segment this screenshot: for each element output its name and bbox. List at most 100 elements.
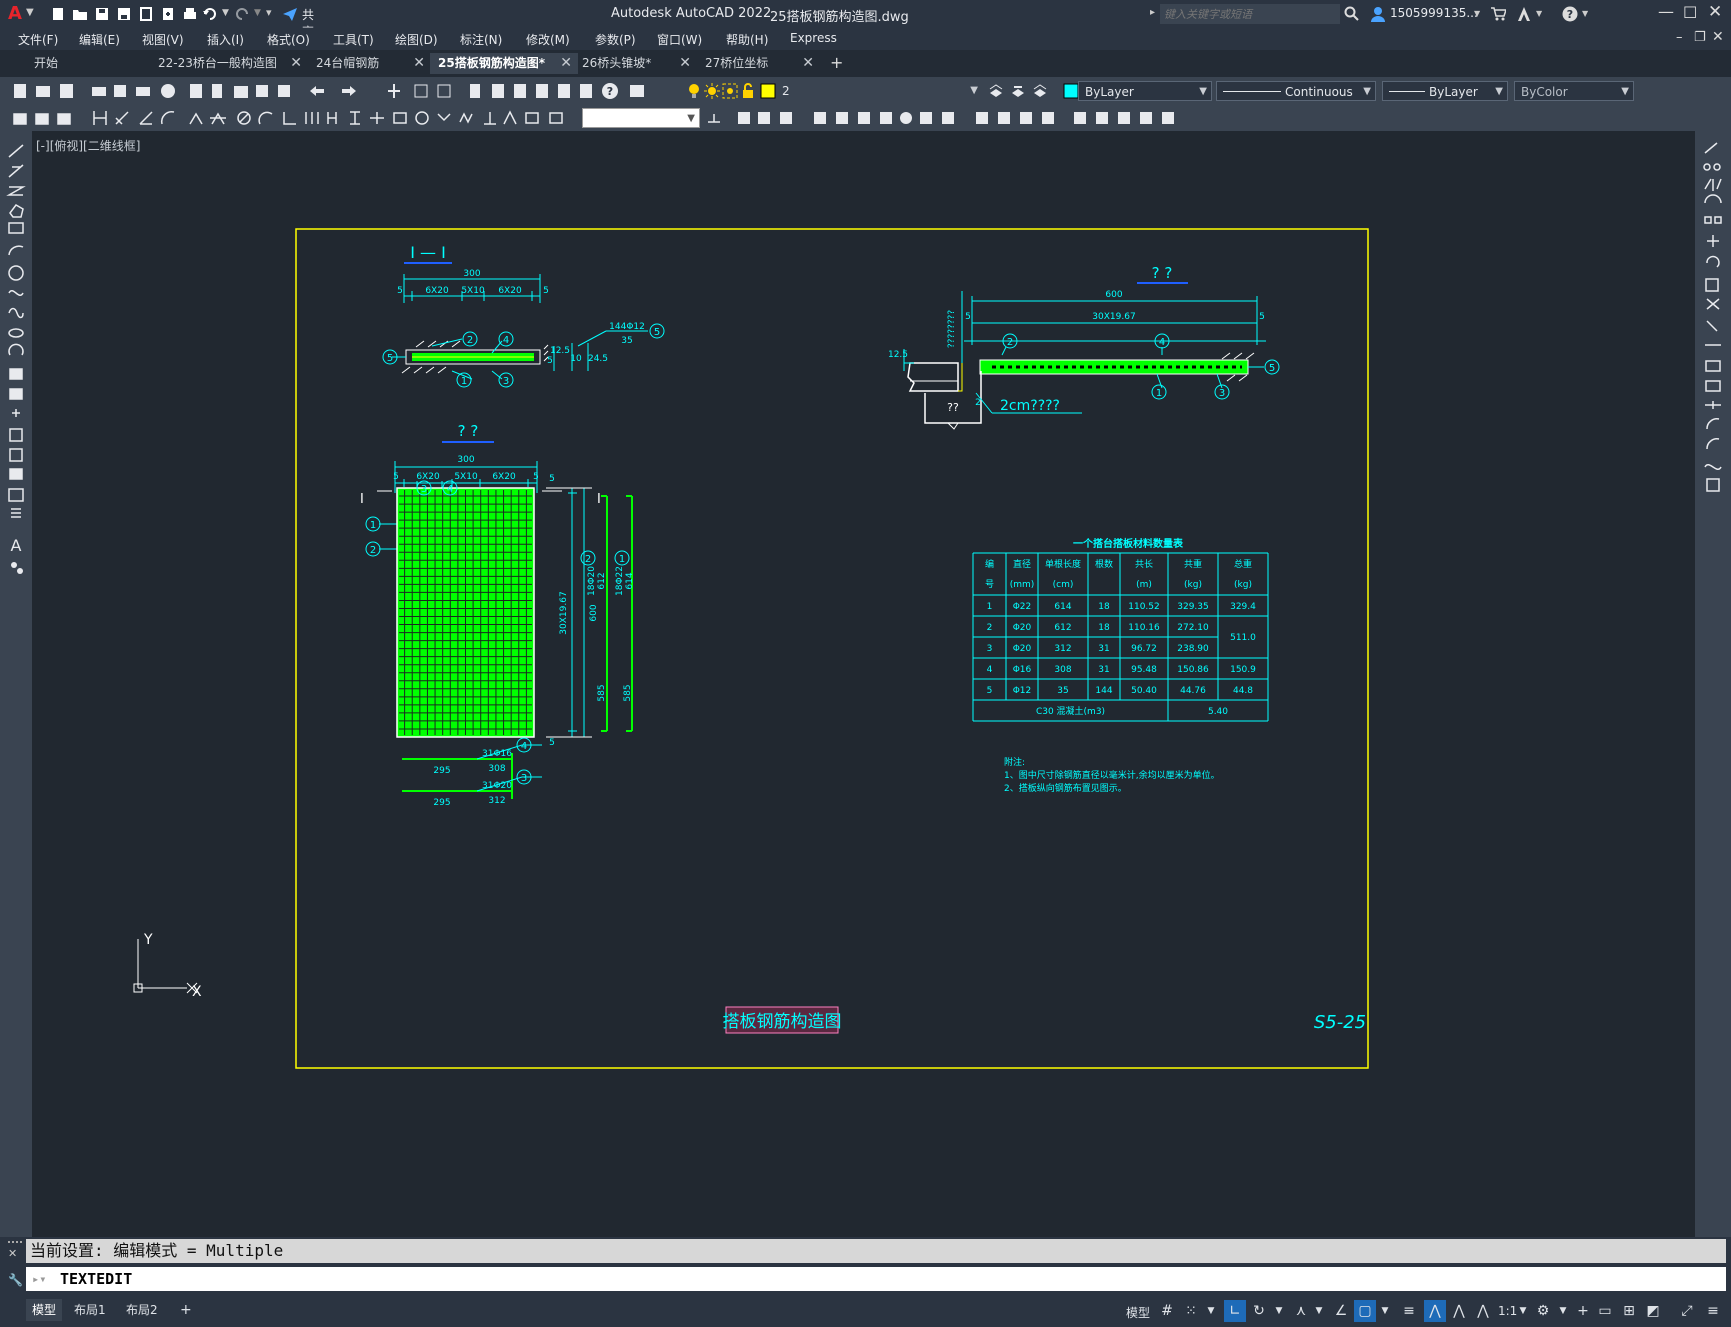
menu-window[interactable]: 窗口(W): [657, 31, 702, 48]
minimize-window-icon[interactable]: —: [1658, 2, 1674, 21]
annotation-scale-icon[interactable]: ⋀: [1472, 1300, 1494, 1322]
close-tab-icon[interactable]: ✕: [560, 53, 572, 74]
search-input[interactable]: [1160, 4, 1340, 24]
layer-color-swatch[interactable]: [760, 83, 776, 99]
linetype-dropdown[interactable]: Continuous ▼: [1216, 81, 1376, 101]
undo-icon[interactable]: [202, 6, 218, 22]
redo-dropdown-icon[interactable]: ▼: [254, 8, 261, 18]
tab-drawing-26[interactable]: 26桥头锥坡* ✕: [574, 53, 697, 74]
polar-icon[interactable]: ↻: [1248, 1300, 1270, 1322]
layer-viewport-icon[interactable]: [722, 83, 738, 99]
new-file-icon[interactable]: [50, 6, 66, 22]
modify-toolbar-icons[interactable]: [736, 108, 1216, 128]
layout-tab-2[interactable]: 布局2: [120, 1299, 164, 1321]
new-tab-icon[interactable]: +: [830, 53, 843, 72]
tab-drawing-27[interactable]: 27桥位坐标 ✕: [697, 53, 820, 74]
dimension-toolbar-icons[interactable]: [10, 108, 580, 128]
plot-icon[interactable]: [182, 6, 198, 22]
snap-dropdown-icon[interactable]: ▼: [1200, 1300, 1222, 1322]
doc-restore-icon[interactable]: ❐: [1694, 30, 1706, 45]
auto-scale-icon[interactable]: ⋀: [1448, 1300, 1470, 1322]
layer-thaw-icon[interactable]: [704, 83, 720, 99]
grid-icon[interactable]: #: [1156, 1300, 1178, 1322]
user-dropdown-icon[interactable]: ▼: [1474, 9, 1480, 18]
quick-properties-icon[interactable]: ⊞: [1618, 1300, 1640, 1322]
menu-modify[interactable]: 修改(M): [526, 31, 570, 48]
tab-drawing-24[interactable]: 24台帽钢筋 ✕: [308, 53, 431, 74]
tab-drawing-22-23[interactable]: 22-23桥台一般构造图 ✕: [150, 53, 308, 74]
customize-command-icon[interactable]: 🔧: [8, 1273, 23, 1287]
menu-help[interactable]: 帮助(H): [726, 31, 768, 48]
ortho-icon[interactable]: ∟: [1224, 1300, 1246, 1322]
color-swatch-icon[interactable]: [1063, 83, 1079, 99]
open-file-icon[interactable]: [72, 6, 88, 22]
polar-dropdown-icon[interactable]: ▼: [1268, 1300, 1290, 1322]
menu-format[interactable]: 格式(O): [267, 31, 310, 48]
annotation-visibility-icon[interactable]: ⋀: [1424, 1300, 1446, 1322]
customize-status-icon[interactable]: ≡: [1702, 1300, 1724, 1322]
maximize-window-icon[interactable]: ☐: [1683, 3, 1697, 22]
menu-insert[interactable]: 插入(I): [207, 31, 244, 48]
undo-dropdown-icon[interactable]: ▼: [222, 8, 229, 18]
autodesk-dropdown-icon[interactable]: ▼: [1536, 9, 1542, 18]
units-icon[interactable]: ▭: [1594, 1300, 1616, 1322]
osnap-dropdown-icon[interactable]: ▼: [1374, 1300, 1396, 1322]
command-recent-icon[interactable]: ▸▾: [32, 1267, 46, 1291]
menu-parametric[interactable]: 参数(P): [595, 31, 636, 48]
osnap-icon[interactable]: ▢: [1354, 1300, 1376, 1322]
close-tab-icon[interactable]: ✕: [413, 53, 425, 74]
user-icon[interactable]: [1370, 6, 1386, 22]
scale-dropdown-icon[interactable]: ▼: [1512, 1300, 1534, 1322]
tab-drawing-25[interactable]: 25搭板钢筋构造图* ✕: [430, 53, 578, 74]
close-command-icon[interactable]: ✕: [8, 1247, 17, 1260]
menu-tools[interactable]: 工具(T): [333, 31, 374, 48]
layout-tab-1[interactable]: 布局1: [68, 1299, 112, 1321]
close-tab-icon[interactable]: ✕: [290, 53, 302, 74]
snap-icon[interactable]: ⁙: [1180, 1300, 1202, 1322]
dim-update-icon[interactable]: [706, 110, 722, 126]
help-icon[interactable]: ?: [1562, 6, 1578, 22]
color-dropdown[interactable]: ByLayer ▼: [1078, 81, 1212, 101]
clean-screen-icon[interactable]: ⤢: [1676, 1300, 1698, 1322]
workspace-dropdown-icon[interactable]: ▼: [1552, 1300, 1574, 1322]
menu-file[interactable]: 文件(F): [18, 31, 58, 48]
workspace-gear-icon[interactable]: ⚙: [1532, 1300, 1554, 1322]
save-as-icon[interactable]: [116, 6, 132, 22]
layer-lock-icon[interactable]: [740, 83, 756, 99]
menu-draw[interactable]: 绘图(D): [395, 31, 438, 48]
app-menu-arrow-icon[interactable]: ▼: [26, 7, 34, 18]
menu-edit[interactable]: 编辑(E): [79, 31, 120, 48]
menu-dimension[interactable]: 标注(N): [460, 31, 502, 48]
share-icon[interactable]: [282, 6, 298, 22]
layer-states-icon[interactable]: [1032, 83, 1048, 99]
layer-dropdown[interactable]: 2 ▼: [776, 81, 982, 101]
close-window-icon[interactable]: ✕: [1708, 2, 1722, 22]
search-icon[interactable]: [1344, 6, 1360, 22]
isolate-objects-icon[interactable]: ◩: [1642, 1300, 1664, 1322]
help-dropdown-icon[interactable]: ▼: [1582, 9, 1588, 18]
dim-style-dropdown[interactable]: ▼: [582, 108, 700, 128]
command-input[interactable]: ▸▾ TEXTEDIT: [26, 1267, 1726, 1291]
autodesk-app-icon[interactable]: [1516, 6, 1532, 22]
app-logo[interactable]: A: [8, 3, 22, 24]
redo-icon[interactable]: [234, 6, 250, 22]
add-layout-icon[interactable]: +: [174, 1299, 198, 1321]
doc-close-icon[interactable]: ✕: [1712, 29, 1724, 45]
object-track-icon[interactable]: ∠: [1330, 1300, 1352, 1322]
drawing-canvas[interactable]: [-][俯视][二维线框] I — I 300 5 6X20 5X10 6X20…: [32, 131, 1695, 1237]
add-scale-icon[interactable]: +: [1572, 1300, 1594, 1322]
model-space-button[interactable]: 模型: [1126, 1304, 1150, 1321]
cart-icon[interactable]: [1490, 6, 1508, 22]
user-name[interactable]: 1505999135...: [1390, 6, 1478, 20]
draw-toolbar-icons[interactable]: A: [0, 137, 32, 597]
open-web-icon[interactable]: [138, 6, 154, 22]
tab-start[interactable]: 开始: [26, 53, 154, 74]
plotstyle-dropdown[interactable]: ByColor ▼: [1514, 81, 1634, 101]
close-tab-icon[interactable]: ✕: [679, 53, 691, 74]
lineweight-icon[interactable]: ≡: [1398, 1300, 1420, 1322]
search-expand-icon[interactable]: ▸: [1150, 7, 1155, 18]
standard-toolbar-icons[interactable]: ?: [10, 81, 690, 101]
lineweight-dropdown[interactable]: ByLayer ▼: [1382, 81, 1508, 101]
customize-qat-icon[interactable]: ▾: [266, 6, 272, 19]
close-tab-icon[interactable]: ✕: [802, 53, 814, 74]
